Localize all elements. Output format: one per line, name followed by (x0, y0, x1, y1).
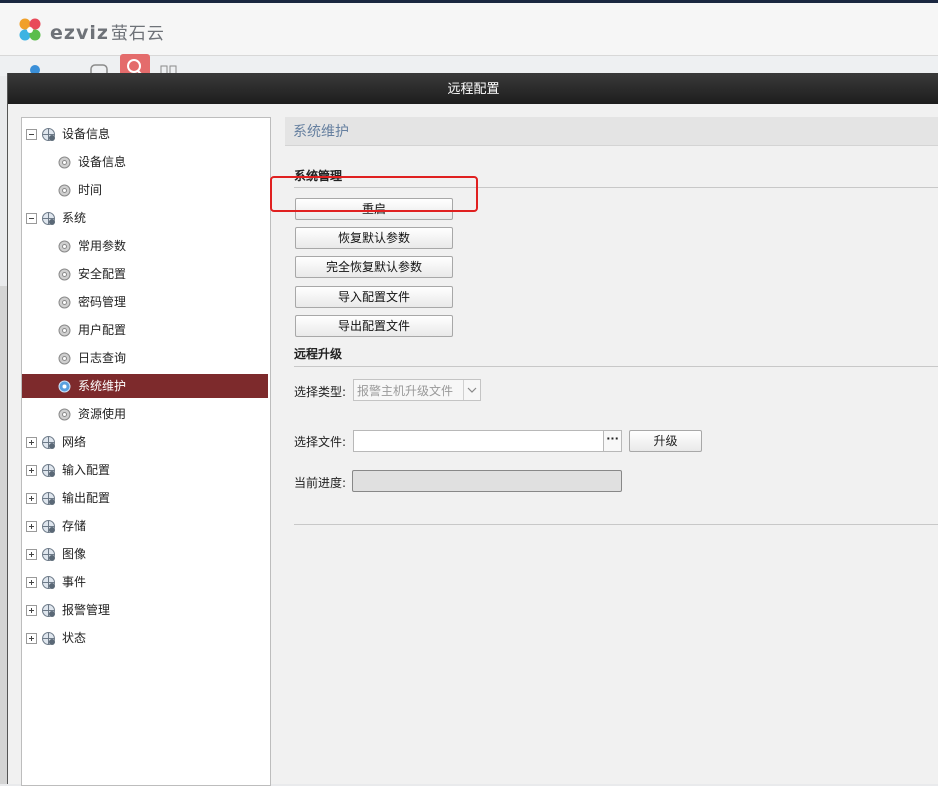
tree-item-label: 事件 (62, 575, 87, 589)
export-config-button[interactable]: 导出配置文件 (295, 315, 453, 337)
globe-gear-icon (41, 546, 56, 561)
ezviz-logo-icon (19, 18, 41, 41)
tree-item-label: 图像 (62, 547, 87, 561)
globe-gear-icon (41, 518, 56, 533)
globe-gear-icon (41, 210, 56, 225)
dialog-titlebar: 远程配置 (8, 73, 938, 104)
globe-gear-icon (41, 574, 56, 589)
progress-label: 当前进度: (294, 476, 347, 490)
tree-item[interactable]: 时间 (22, 178, 268, 202)
tree-item-label: 报警管理 (62, 603, 111, 617)
full-restore-default-button[interactable]: 完全恢复默认参数 (295, 256, 453, 278)
tree-item-label: 存储 (62, 519, 87, 533)
gear-icon (57, 322, 72, 337)
gear-icon (57, 406, 72, 421)
brand-name: EZVIZ 萤石云 (50, 22, 165, 44)
divider (294, 524, 938, 525)
tree-item[interactable]: 用户配置 (22, 318, 268, 342)
expand-toggle-icon[interactable] (26, 493, 37, 504)
browse-button[interactable]: ··· (603, 430, 622, 452)
collapse-toggle-icon[interactable] (26, 213, 37, 224)
expand-toggle-icon[interactable] (26, 465, 37, 476)
file-path-input[interactable] (353, 430, 605, 452)
highlight-annotation (270, 176, 478, 212)
upgrade-type-value: 报警主机升级文件 (357, 384, 454, 398)
gear-icon (57, 350, 72, 365)
import-config-button[interactable]: 导入配置文件 (295, 286, 453, 308)
tree-item[interactable]: 输出配置 (22, 486, 268, 510)
section-header: 系统维护 (285, 117, 938, 146)
file-label: 选择文件: (294, 435, 347, 449)
tree-item[interactable]: 资源使用 (22, 402, 268, 426)
expand-toggle-icon[interactable] (26, 521, 37, 532)
tree-item[interactable]: 网络 (22, 430, 268, 454)
gear-icon (57, 266, 72, 281)
background-panel (0, 286, 7, 784)
tree-item[interactable]: 报警管理 (22, 598, 268, 622)
tree-item[interactable]: 系统 (22, 206, 268, 230)
collapse-toggle-icon[interactable] (26, 129, 37, 140)
tree-item-label: 系统 (62, 211, 87, 225)
tree-item[interactable]: 密码管理 (22, 290, 268, 314)
globe-gear-icon (41, 434, 56, 449)
tree-item[interactable]: 设备信息 (22, 122, 268, 146)
tree-item-label: 设备信息 (78, 155, 127, 169)
dialog-title: 远程配置 (447, 82, 500, 97)
tree-item-label: 常用参数 (78, 239, 127, 253)
expand-toggle-icon[interactable] (26, 605, 37, 616)
gear-icon (57, 154, 72, 169)
tree-item-label: 用户配置 (78, 323, 127, 337)
section-title: 系统维护 (293, 124, 349, 140)
expand-toggle-icon[interactable] (26, 549, 37, 560)
content-panel: 系统维护 系统管理 重启 恢复默认参数 完全恢复默认参数 导入配置文件 导出配置… (283, 117, 938, 784)
chevron-down-icon[interactable] (463, 380, 480, 400)
restore-default-button[interactable]: 恢复默认参数 (295, 227, 453, 249)
tree-item[interactable]: 图像 (22, 542, 268, 566)
tree-item-label: 日志查询 (78, 351, 127, 365)
expand-toggle-icon[interactable] (26, 437, 37, 448)
type-label: 选择类型: (294, 385, 347, 399)
tree-item[interactable]: 系统维护 (22, 374, 268, 398)
remote-upgrade-heading: 远程升级 (294, 347, 343, 361)
divider (294, 366, 938, 367)
tree-item-label: 安全配置 (78, 267, 127, 281)
tree-item[interactable]: 状态 (22, 626, 268, 650)
app-header: EZVIZ 萤石云 (0, 3, 938, 56)
gear-icon (57, 182, 72, 197)
gear-icon (57, 238, 72, 253)
tree-item-label: 输出配置 (62, 491, 111, 505)
tree-item[interactable]: 存储 (22, 514, 268, 538)
globe-gear-icon (41, 630, 56, 645)
tree-item-label: 密码管理 (78, 295, 127, 309)
gear-icon (57, 294, 72, 309)
tree-item-label: 资源使用 (78, 407, 127, 421)
globe-gear-icon (41, 490, 56, 505)
globe-gear-icon (41, 462, 56, 477)
tree-item-label: 状态 (62, 631, 87, 645)
tree-item-label: 网络 (62, 435, 87, 449)
tree-item[interactable]: 输入配置 (22, 458, 268, 482)
expand-toggle-icon[interactable] (26, 577, 37, 588)
expand-toggle-icon[interactable] (26, 633, 37, 644)
tree-item[interactable]: 事件 (22, 570, 268, 594)
upgrade-button[interactable]: 升级 (629, 430, 702, 452)
tree-item[interactable]: 安全配置 (22, 262, 268, 286)
tree-item-label: 时间 (78, 183, 103, 197)
tree-item-label: 系统维护 (78, 379, 127, 393)
globe-gear-icon (41, 126, 56, 141)
config-tree: 设备信息 设备信息 时间 系统 常用参数 安全配置 密码管理 用户配置 日志查询 系统维护 资源使用… (21, 117, 271, 786)
upgrade-progress-bar (352, 470, 622, 492)
globe-gear-icon (41, 602, 56, 617)
gear-icon (57, 378, 72, 393)
tree-item-label: 输入配置 (62, 463, 111, 477)
tree-item[interactable]: 日志查询 (22, 346, 268, 370)
tree-item[interactable]: 设备信息 (22, 150, 268, 174)
tree-item-label: 设备信息 (62, 127, 111, 141)
upgrade-type-select[interactable]: 报警主机升级文件 (353, 379, 481, 401)
tree-item[interactable]: 常用参数 (22, 234, 268, 258)
